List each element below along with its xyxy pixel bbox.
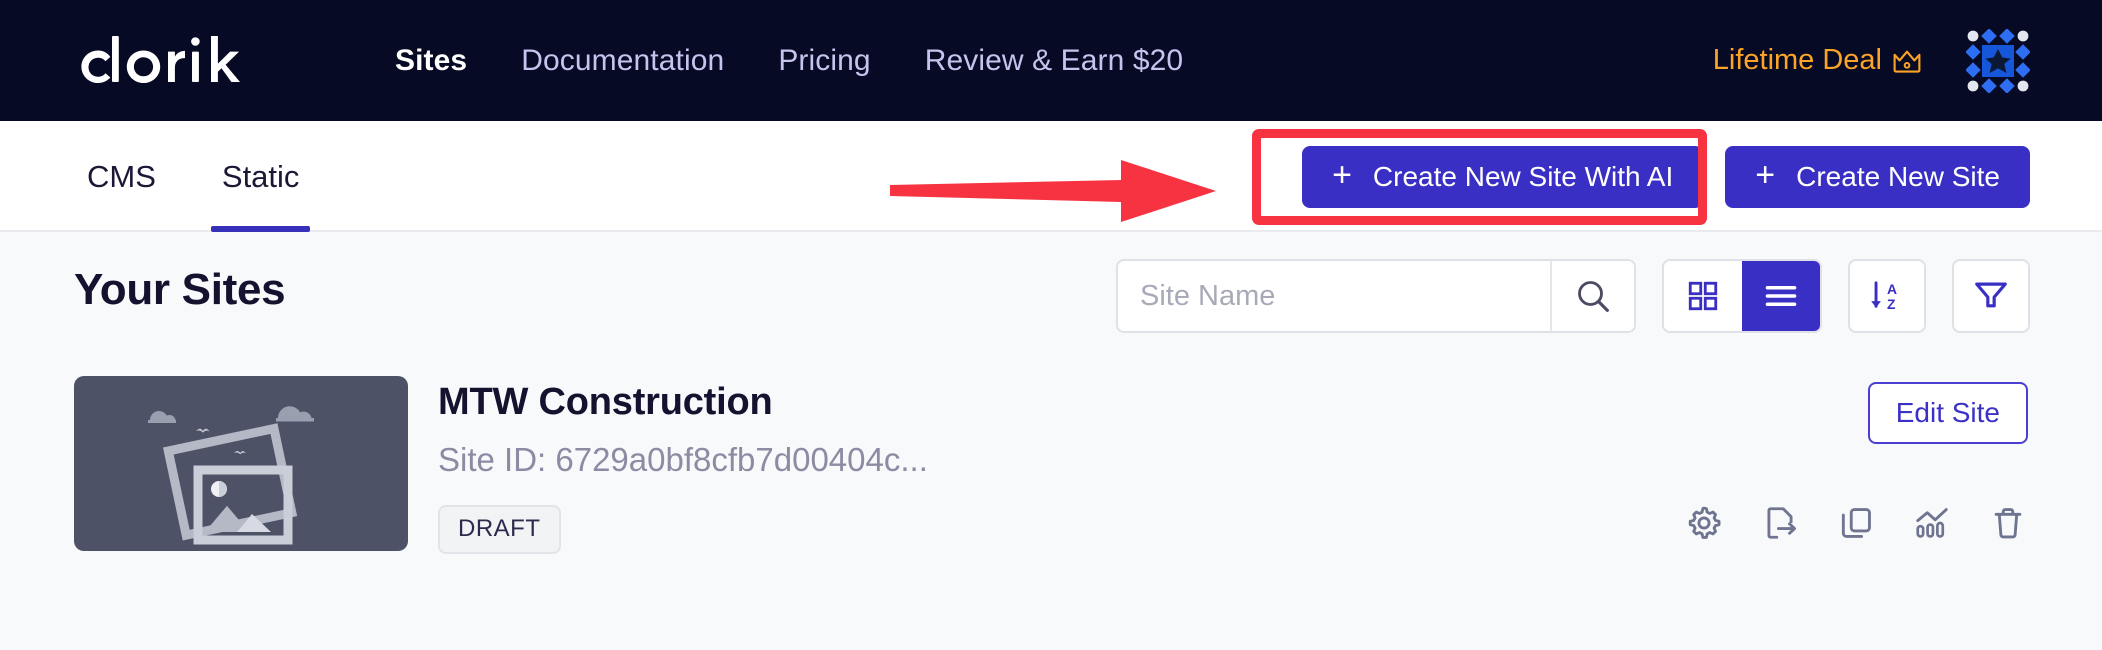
sites-tabbar: CMS Static + Create New Site With AI + C… (0, 121, 2102, 232)
dorik-logo[interactable] (68, 29, 278, 93)
nav-link-sites[interactable]: Sites (368, 44, 494, 78)
nav-link-pricing[interactable]: Pricing (751, 44, 897, 78)
page-title: Your Sites (74, 265, 286, 314)
grid-view-button[interactable] (1664, 261, 1742, 331)
sites-toolbar: A Z (1116, 259, 2030, 333)
create-new-site-with-ai-button[interactable]: + Create New Site With AI (1302, 145, 1704, 208)
tab-static[interactable]: Static (210, 121, 311, 232)
site-details: MTW Construction Site ID: 6729a0bf8cfb7d… (438, 381, 928, 554)
image-placeholder-icon (148, 406, 314, 545)
search-icon (1578, 281, 1609, 312)
delete-button[interactable] (1988, 503, 2028, 543)
sort-az-button[interactable]: A Z (1848, 259, 1926, 333)
nav-links: Sites Documentation Pricing Review & Ear… (368, 44, 1210, 78)
analytics-button[interactable] (1912, 503, 1952, 543)
section-header: Your Sites Site Name A Z (0, 233, 2102, 363)
dorik-wordmark-icon (81, 35, 240, 83)
grid-view-icon (1688, 281, 1718, 311)
svg-text:Z: Z (1887, 296, 1896, 312)
list-view-icon (1765, 285, 1797, 307)
lifetime-deal-label: Lifetime Deal (1712, 44, 1882, 76)
svg-text:A: A (1887, 281, 1897, 297)
create-new-site-label: Create New Site (1796, 160, 2000, 192)
tabbar-actions: + Create New Site With AI + Create New S… (1302, 121, 2030, 232)
list-view-button[interactable] (1742, 261, 1820, 331)
analytics-icon (1916, 508, 1948, 538)
plus-icon: + (1332, 155, 1352, 194)
edit-site-button[interactable]: Edit Site (1867, 382, 2028, 444)
trash-icon (1994, 508, 2022, 539)
site-list-item[interactable]: MTW Construction Site ID: 6729a0bf8cfb7d… (74, 363, 2028, 603)
tab-list: CMS Static (76, 121, 354, 232)
site-thumbnail[interactable] (74, 376, 408, 551)
page-root: Sites Documentation Pricing Review & Ear… (0, 0, 2102, 650)
top-navbar: Sites Documentation Pricing Review & Ear… (0, 0, 2102, 121)
dorik-diamond-logo-icon[interactable] (1966, 28, 2030, 93)
status-badge: DRAFT (438, 505, 561, 554)
site-row-actions (1684, 503, 2028, 543)
crown-icon (1893, 50, 1921, 73)
create-new-site-button[interactable]: + Create New Site (1725, 145, 2030, 208)
sort-az-icon: A Z (1871, 281, 1897, 312)
gear-icon (1688, 506, 1721, 539)
plus-icon: + (1755, 155, 1776, 194)
lifetime-deal-link[interactable]: Lifetime Deal (1713, 44, 1922, 77)
nav-link-review-earn[interactable]: Review & Earn $20 (898, 44, 1211, 78)
site-name: MTW Construction (438, 381, 773, 423)
nav-link-documentation[interactable]: Documentation (494, 44, 751, 78)
tab-static-label: Static (221, 158, 300, 194)
tab-cms[interactable]: CMS (76, 121, 167, 232)
create-with-ai-wrapper: + Create New Site With AI (1302, 145, 1704, 208)
duplicate-icon (1841, 508, 1871, 538)
tab-cms-label: CMS (87, 158, 156, 194)
export-button[interactable] (1760, 503, 1800, 543)
export-icon (1767, 507, 1796, 539)
create-with-ai-label: Create New Site With AI (1372, 160, 1674, 192)
search-input[interactable] (1118, 261, 1550, 331)
site-id: Site ID: 6729a0bf8cfb7d00404c... (438, 441, 928, 478)
navbar-right: Lifetime Deal (1713, 0, 2102, 121)
filter-button[interactable] (1952, 259, 2030, 333)
settings-button[interactable] (1684, 503, 1724, 543)
duplicate-button[interactable] (1836, 503, 1876, 543)
filter-funnel-icon (1975, 282, 2007, 308)
search-button[interactable] (1550, 261, 1634, 331)
view-toggle-group (1662, 259, 1822, 333)
search-group (1116, 259, 1636, 333)
main-content: Your Sites Site Name A Z MTW Constructio… (0, 233, 2102, 650)
